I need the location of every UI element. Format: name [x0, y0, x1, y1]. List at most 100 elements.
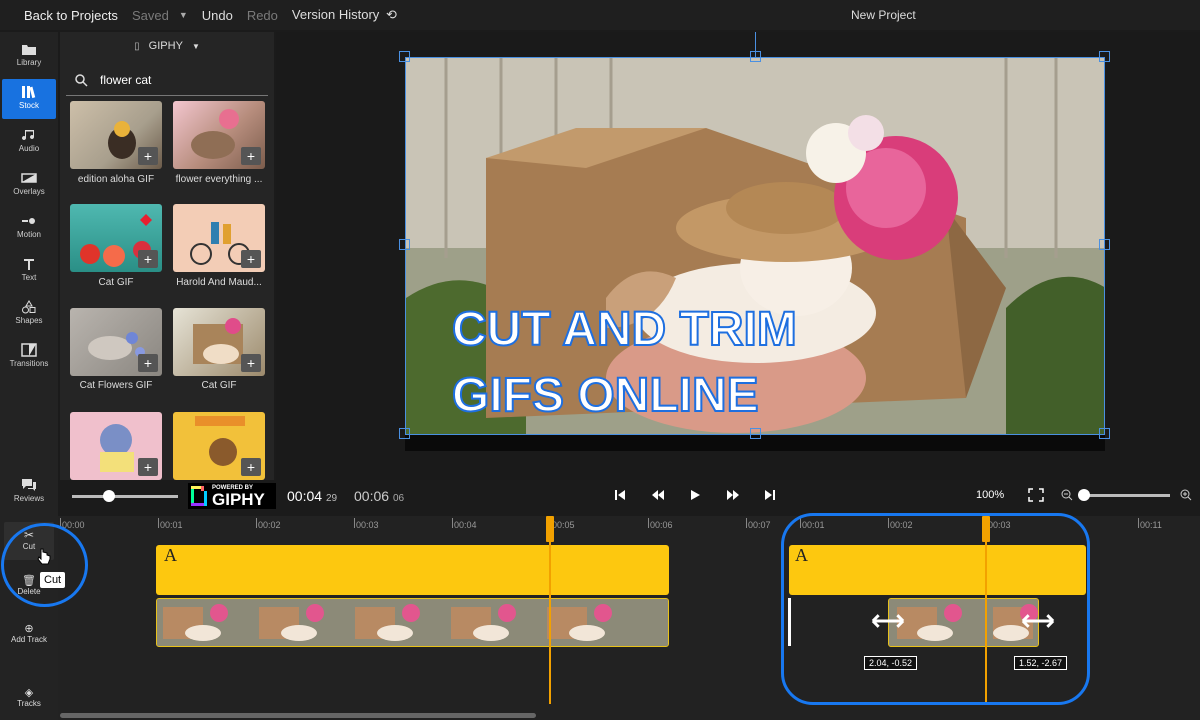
text-icon: [24, 259, 34, 270]
rail-item-shapes[interactable]: Shapes: [2, 294, 56, 334]
resize-handle-top[interactable]: [750, 51, 761, 62]
transitions-icon: [21, 343, 37, 357]
play-icon[interactable]: [689, 489, 701, 501]
add-icon[interactable]: +: [138, 250, 158, 268]
resize-handle-bottom-right[interactable]: [1099, 428, 1110, 439]
fullscreen-icon[interactable]: [1028, 488, 1044, 502]
add-track-button[interactable]: ⊕ Add Track: [4, 616, 54, 654]
result-tile-1[interactable]: +: [70, 101, 162, 169]
resize-handle-top-right[interactable]: [1099, 51, 1110, 62]
zoom-out-icon[interactable]: [1061, 489, 1073, 501]
add-icon[interactable]: +: [241, 354, 261, 372]
rail-label-shapes: Shapes: [15, 316, 43, 325]
result-label-1: edition aloha GIF: [77, 174, 155, 185]
preview-area: CUT AND TRIM GIFS ONLINE: [276, 32, 1200, 480]
result-tile-8[interactable]: +: [173, 412, 265, 480]
rail-item-reviews[interactable]: Reviews: [2, 472, 56, 512]
caption-line-2[interactable]: GIFS ONLINE: [451, 368, 760, 423]
history-icon: ⟲: [385, 7, 397, 22]
zoom-slider-knob[interactable]: [1078, 489, 1090, 501]
tracks-label: Tracks: [17, 699, 41, 708]
add-icon[interactable]: +: [241, 458, 261, 476]
playhead[interactable]: [549, 516, 551, 704]
volume-slider-knob[interactable]: [103, 490, 115, 502]
current-time: 00:04 29: [287, 488, 337, 504]
ruler-label: 00:03: [354, 518, 379, 530]
result-tile-7[interactable]: +: [70, 412, 162, 480]
result-label-2: flower everything ...: [175, 174, 263, 185]
playback-controls: POWERED BY GIPHY 00:04 29 00:06 06 100%: [60, 480, 1200, 516]
playhead-handle[interactable]: [546, 516, 554, 542]
skip-to-start-icon[interactable]: [614, 489, 626, 501]
rail-item-stock[interactable]: Stock: [2, 79, 56, 119]
rail-item-library[interactable]: Library: [2, 36, 56, 76]
add-icon[interactable]: +: [138, 147, 158, 165]
rewind-icon[interactable]: [651, 489, 665, 501]
undo-button[interactable]: Undo: [202, 8, 233, 23]
result-tile-2[interactable]: +: [173, 101, 265, 169]
rail-label-overlays: Overlays: [13, 187, 45, 196]
timeline: ✂ Cut 🗑 Delete ⊕ Add Track ◈ Tracks Cut …: [0, 513, 1200, 720]
project-title: New Project: [851, 8, 916, 22]
result-label-4: Harold And Maud...: [176, 277, 262, 288]
resize-handle-top-left[interactable]: [399, 51, 410, 62]
add-icon[interactable]: +: [138, 458, 158, 476]
ruler-label: 00:04: [452, 518, 477, 530]
rail-item-transitions[interactable]: Transitions: [2, 337, 56, 377]
saved-chevron-down-icon[interactable]: ▼: [179, 10, 188, 20]
add-icon[interactable]: +: [241, 147, 261, 165]
giphy-logo-icon: [191, 486, 207, 506]
layers-icon: ◈: [24, 687, 34, 699]
zoom-slider[interactable]: [1078, 489, 1170, 501]
zoom-level: 100%: [976, 489, 1005, 501]
giphy-badge-text: GIPHY: [212, 490, 265, 509]
rail-item-motion[interactable]: Motion: [2, 208, 56, 248]
timeline-scrollbar[interactable]: [60, 713, 536, 718]
resize-handle-bottom[interactable]: [750, 428, 761, 439]
result-tile-4[interactable]: +: [173, 204, 265, 272]
ruler-label: 00:06: [648, 518, 673, 530]
highlight-ring-trim: [781, 513, 1090, 705]
fast-forward-icon[interactable]: [726, 489, 740, 501]
current-time-value: 00:04: [287, 488, 323, 504]
resize-handle-bottom-left[interactable]: [399, 428, 410, 439]
result-tile-6[interactable]: +: [173, 308, 265, 376]
video-clip-thumbnails: [157, 599, 668, 646]
result-tile-5[interactable]: +: [70, 308, 162, 376]
search-field[interactable]: flower cat: [66, 70, 268, 96]
caption-line-1[interactable]: CUT AND TRIM: [451, 302, 798, 357]
rail-item-overlays[interactable]: Overlays: [2, 165, 56, 205]
total-time: 00:06 06: [354, 488, 404, 504]
result-tile-3[interactable]: +: [70, 204, 162, 272]
rail-item-text[interactable]: Text: [2, 251, 56, 291]
text-clip[interactable]: A: [156, 545, 669, 595]
motion-icon: [22, 218, 35, 224]
source-selector[interactable]: ▯ GIPHY ▼: [60, 40, 274, 52]
zoom-in-icon[interactable]: [1180, 489, 1192, 501]
library-icon: [22, 45, 36, 55]
tracks-button[interactable]: ◈ Tracks: [4, 682, 54, 720]
skip-to-end-icon[interactable]: [764, 489, 776, 501]
add-icon[interactable]: +: [138, 354, 158, 372]
overlays-icon: [21, 173, 37, 183]
ruler-label: 00:05: [550, 518, 575, 530]
redo-button[interactable]: Redo: [247, 8, 278, 23]
total-time-frames: 06: [392, 493, 405, 504]
source-label: GIPHY: [148, 40, 183, 52]
rail-label-reviews: Reviews: [13, 494, 45, 503]
highlight-ring-cut: [1, 523, 88, 607]
rail-label-transitions: Transitions: [9, 359, 49, 368]
file-icon: ▯: [134, 41, 140, 52]
volume-slider[interactable]: [72, 490, 178, 502]
resize-handle-right[interactable]: [1099, 239, 1110, 250]
rail-item-audio[interactable]: Audio: [2, 122, 56, 162]
video-clip[interactable]: [156, 598, 669, 647]
text-clip-letter: A: [164, 545, 177, 565]
video-frame[interactable]: CUT AND TRIM GIFS ONLINE: [405, 57, 1105, 435]
back-to-projects-link[interactable]: Back to Projects: [24, 8, 118, 23]
add-icon[interactable]: +: [241, 250, 261, 268]
search-input[interactable]: flower cat: [100, 73, 151, 87]
ruler-label: 00:11: [1138, 518, 1162, 530]
resize-handle-left[interactable]: [399, 239, 410, 250]
version-history-button[interactable]: Version History ⟲: [292, 7, 397, 23]
